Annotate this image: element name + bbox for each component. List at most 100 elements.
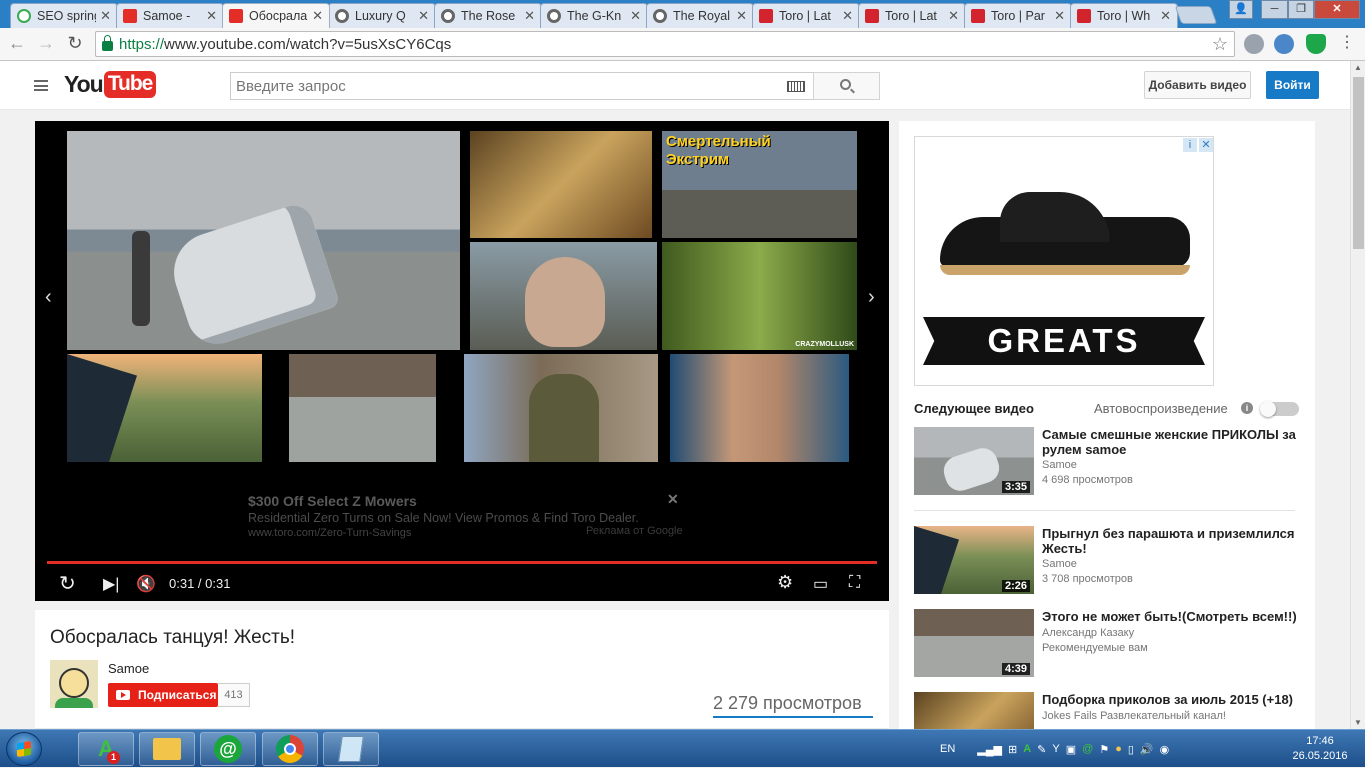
subscribe-button[interactable]: Подписаться [108, 683, 218, 707]
link-extension-icon[interactable] [1274, 34, 1294, 54]
keyboard-icon[interactable] [787, 81, 805, 92]
channel-avatar[interactable] [50, 660, 98, 708]
next-video-icon[interactable]: ▶| [103, 574, 119, 594]
next-chevron-icon[interactable]: › [868, 286, 875, 309]
endscreen-video-thumbnail[interactable] [470, 131, 652, 238]
progress-bar[interactable] [47, 561, 877, 564]
endscreen-video-thumbnail[interactable] [464, 354, 658, 462]
reload-icon[interactable]: ↻ [64, 33, 86, 54]
close-tab-icon[interactable]: ✕ [100, 8, 111, 24]
taskbar-mail-agent[interactable]: @ [200, 732, 256, 766]
back-icon[interactable]: ← [6, 33, 28, 54]
shield-extension-icon[interactable] [1306, 34, 1326, 54]
recommended-video[interactable]: 4:39 Этого не может быть!(Смотреть всем!… [914, 609, 1304, 679]
ad-overlay[interactable]: $300 Off Select Z Mowers Residential Zer… [248, 493, 688, 553]
close-tab-icon[interactable]: ✕ [524, 8, 535, 24]
scroll-down-icon[interactable]: ▼ [1354, 718, 1362, 727]
guide-menu-icon[interactable] [34, 80, 48, 91]
mail-tray-icon[interactable]: @ [1082, 743, 1093, 755]
maximize-button[interactable]: ❐ [1288, 0, 1314, 19]
close-tab-icon[interactable]: ✕ [418, 8, 429, 24]
forward-icon[interactable]: → [35, 33, 57, 54]
address-bar[interactable]: https:// www.youtube.com/watch?v=5usXsCY… [95, 31, 1235, 57]
endscreen-video-thumbnail[interactable] [67, 131, 460, 350]
video-title-link[interactable]: Прыгнул без парашюта и приземлился Жесть… [1042, 526, 1297, 556]
close-window-button[interactable]: ✕ [1314, 0, 1360, 19]
browser-tab[interactable]: The Royal ✕ [646, 3, 754, 28]
monitor-icon[interactable]: ▣ [1066, 743, 1076, 756]
endscreen-video-thumbnail[interactable]: Смертельный Экстрим [662, 131, 857, 238]
close-ad-icon[interactable]: ✕ [667, 491, 679, 508]
video-thumbnail[interactable]: 2:26 [914, 526, 1034, 594]
globe-extension-icon[interactable] [1244, 34, 1264, 54]
taskbar-explorer[interactable] [139, 732, 195, 766]
channel-name[interactable]: Samoe [108, 661, 149, 676]
network-tray-icon[interactable]: ● [1115, 743, 1122, 755]
endscreen-video-thumbnail[interactable] [67, 354, 262, 462]
theater-mode-icon[interactable]: ▭ [813, 574, 828, 594]
video-thumbnail[interactable]: 4:39 [914, 609, 1034, 677]
browser-tab[interactable]: Toro | Par ✕ [964, 3, 1072, 28]
video-title-link[interactable]: Самые смешные женские ПРИКОЛЫ за рулем s… [1042, 427, 1297, 457]
ad-title[interactable]: $300 Off Select Z Mowers [248, 493, 688, 509]
endscreen-video-thumbnail[interactable] [470, 242, 657, 350]
video-title-link[interactable]: Подборка приколов за июль 2015 (+18) [1042, 692, 1297, 707]
menu-icon[interactable]: ⋮ [1336, 32, 1358, 52]
recommended-video[interactable]: Подборка приколов за июль 2015 (+18) Jok… [914, 692, 1304, 729]
video-thumbnail[interactable]: 3:35 [914, 427, 1034, 495]
info-icon[interactable]: i [1183, 138, 1197, 152]
youtube-logo[interactable]: You Tube [64, 71, 157, 98]
browser-tab[interactable]: Toro | Wh ✕ [1070, 3, 1178, 28]
browser-tab[interactable]: Toro | Lat ✕ [858, 3, 966, 28]
page-scrollbar[interactable]: ▲ ▼ [1350, 61, 1365, 729]
browser-tab[interactable]: Samoe - ✕ [116, 3, 224, 28]
browser-tab[interactable]: The Rose ✕ [434, 3, 542, 28]
bookmark-star-icon[interactable]: ☆ [1212, 34, 1228, 55]
search-input[interactable] [231, 73, 771, 99]
upload-button[interactable]: Добавить видео [1144, 71, 1251, 99]
close-tab-icon[interactable]: ✕ [206, 8, 217, 24]
info-icon[interactable]: i [1241, 402, 1253, 414]
sign-in-button[interactable]: Войти [1266, 71, 1319, 99]
endscreen-video-thumbnail[interactable]: CRAZYMOLLUSK [662, 242, 857, 350]
close-icon[interactable]: ✕ [1199, 138, 1213, 152]
start-button[interactable] [6, 732, 42, 766]
device-icon[interactable]: ▯ [1128, 743, 1134, 756]
minimize-button[interactable]: ─ [1261, 0, 1288, 19]
replay-icon[interactable]: ↻ [59, 571, 76, 596]
endscreen-video-thumbnail[interactable] [670, 354, 849, 462]
fullscreen-icon[interactable]: ⛶ [849, 574, 860, 592]
agent-tray-icon[interactable]: A [1023, 743, 1031, 755]
signal-icon[interactable]: ▂▄▆ [977, 743, 1002, 756]
scrollbar-thumb[interactable] [1353, 77, 1364, 249]
recommended-video[interactable]: 3:35 Самые смешные женские ПРИКОЛЫ за ру… [914, 427, 1304, 497]
settings-gear-icon[interactable]: ⚙ [777, 572, 793, 593]
endscreen-video-thumbnail[interactable] [289, 354, 436, 462]
browser-tab-active[interactable]: Обосрала ✕ [222, 3, 330, 28]
recommended-video[interactable]: 2:26 Прыгнул без парашюта и приземлился … [914, 526, 1304, 596]
autoplay-toggle[interactable] [1260, 401, 1299, 417]
windows-icon[interactable]: ⊞ [1008, 743, 1017, 756]
yandex-icon[interactable]: Y [1052, 743, 1059, 755]
close-tab-icon[interactable]: ✕ [1160, 8, 1171, 24]
scroll-up-icon[interactable]: ▲ [1354, 63, 1362, 72]
user-icon[interactable]: 👤 [1229, 0, 1253, 19]
chrome-tray-icon[interactable]: ◉ [1160, 743, 1170, 756]
pen-icon[interactable]: ✎ [1037, 743, 1046, 756]
language-indicator[interactable]: EN [940, 743, 955, 755]
browser-tab[interactable]: SEO spring ✕ [10, 3, 118, 28]
browser-tab[interactable]: Toro | Lat ✕ [752, 3, 860, 28]
display-ad[interactable]: i ✕ GREATS [914, 136, 1214, 386]
taskbar-agent-app[interactable]: A 1 [78, 732, 134, 766]
ad-choices[interactable]: i ✕ [1183, 138, 1213, 152]
close-tab-icon[interactable]: ✕ [736, 8, 747, 24]
taskbar-notepad[interactable] [323, 732, 379, 766]
video-title-link[interactable]: Этого не может быть!(Смотреть всем!!) [1042, 609, 1297, 624]
taskbar-chrome[interactable] [262, 732, 318, 766]
volume-icon[interactable]: 🔊 [1140, 743, 1154, 756]
close-tab-icon[interactable]: ✕ [312, 8, 323, 24]
video-player[interactable]: Смертельный Экстрим CRAZYMOLLUSK ‹ › $30… [35, 121, 889, 601]
close-tab-icon[interactable]: ✕ [948, 8, 959, 24]
close-tab-icon[interactable]: ✕ [1054, 8, 1065, 24]
system-clock[interactable]: 17:46 26.05.2016 [1283, 734, 1357, 764]
